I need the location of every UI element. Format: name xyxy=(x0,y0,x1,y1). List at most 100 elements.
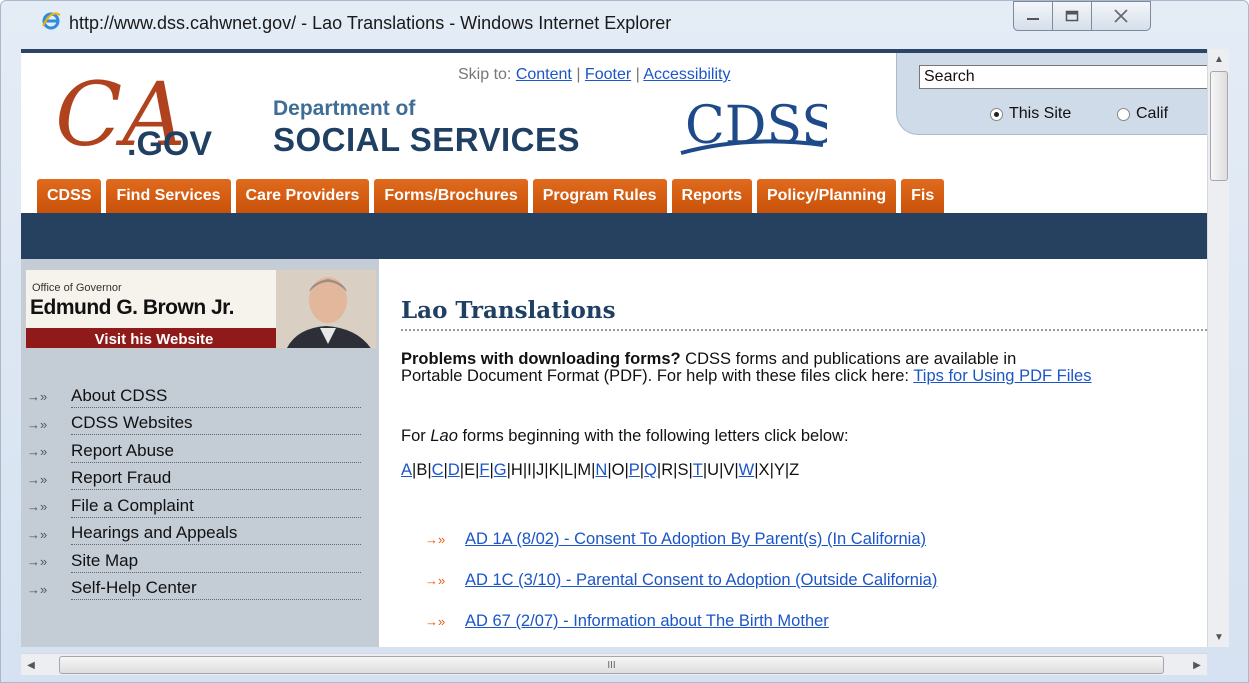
letter-g[interactable]: G xyxy=(494,461,507,479)
governor-visit-link[interactable]: Visit his Website xyxy=(26,328,282,348)
tab-find-services[interactable]: Find Services xyxy=(106,179,231,213)
subnav-bar xyxy=(21,213,1207,259)
form-link[interactable]: AD 67 (2/07) - Information about The Bir… xyxy=(465,612,829,631)
scroll-down-icon[interactable]: ▼ xyxy=(1208,627,1230,647)
double-arrow-icon: →» xyxy=(27,389,48,405)
letter-c[interactable]: C xyxy=(432,461,444,479)
pdf-tips-link[interactable]: Tips for Using PDF Files xyxy=(913,367,1091,385)
intro-suffix: forms beginning with the following lette… xyxy=(457,427,849,445)
double-arrow-icon: →» xyxy=(425,573,446,588)
double-arrow-icon: →» xyxy=(27,444,48,460)
skip-accessibility-link[interactable]: Accessibility xyxy=(643,66,730,83)
minimize-icon xyxy=(1027,18,1039,20)
ca-gov-logo[interactable]: CA .GOV xyxy=(49,63,239,163)
sidebar-item-about-cdss[interactable]: →» About CDSS xyxy=(21,383,379,411)
sidebar-item-hearings-and-appeals[interactable]: →» Hearings and Appeals xyxy=(21,521,379,549)
tab-forms-brochures[interactable]: Forms/Brochures xyxy=(374,179,528,213)
letter-p[interactable]: P xyxy=(629,461,640,479)
problems-text-1: CDSS forms and publications are availabl… xyxy=(680,350,1017,368)
skip-to-label: Skip to: xyxy=(458,66,512,83)
governor-banner[interactable]: Office of Governor Edmund G. Brown Jr. V… xyxy=(25,269,377,349)
list-item: →» AD 1A (8/02) - Consent To Adoption By … xyxy=(425,519,937,560)
sidebar-item-cdss-websites[interactable]: →» CDSS Websites xyxy=(21,411,379,439)
close-button[interactable] xyxy=(1091,1,1151,31)
left-nav: →» About CDSS →» CDSS Websites →» Report Abus… xyxy=(21,383,379,603)
form-link[interactable]: AD 1A (8/02) - Consent To Adoption By Pa… xyxy=(465,530,926,549)
search-panel: This Site Calif xyxy=(896,53,1207,135)
letter-q[interactable]: Q xyxy=(644,461,657,479)
letter-a[interactable]: A xyxy=(401,461,412,479)
vertical-scrollbar[interactable]: ▲ ▼ xyxy=(1207,49,1229,647)
skip-footer-link[interactable]: Footer xyxy=(585,66,631,83)
letter-d[interactable]: D xyxy=(448,461,460,479)
scroll-right-icon[interactable]: ▶ xyxy=(1187,654,1207,676)
minimize-button[interactable] xyxy=(1013,1,1053,31)
sidebar-item-label: About CDSS xyxy=(71,386,361,408)
letter-x: X xyxy=(758,461,770,479)
list-item: →» AD 67 (2/07) - Information about The B… xyxy=(425,601,937,642)
tab-care-providers[interactable]: Care Providers xyxy=(235,179,370,213)
letter-v: V xyxy=(723,461,735,479)
problems-heading: Problems with downloading forms? xyxy=(401,350,681,368)
tab-reports[interactable]: Reports xyxy=(671,179,752,213)
sidebar-item-label: CDSS Websites xyxy=(71,413,361,436)
page-title: Lao Translations xyxy=(401,297,616,324)
sidebar-item-label: File a Complaint xyxy=(71,496,361,518)
governor-office: Office of Governor xyxy=(32,282,122,294)
scroll-grip: III xyxy=(607,659,616,671)
title-divider xyxy=(401,329,1207,331)
intro-prefix: For xyxy=(401,427,431,445)
letter-w[interactable]: W xyxy=(739,461,755,479)
letter-o: O xyxy=(611,461,625,479)
sidebar-item-label: Self-Help Center xyxy=(71,578,361,601)
radio-this-site[interactable]: This Site xyxy=(990,105,1071,123)
list-item: →» AD 1C (3/10) - Parental Consent to Ado… xyxy=(425,560,937,601)
double-arrow-icon: →» xyxy=(27,554,48,570)
forms-list: →» AD 1A (8/02) - Consent To Adoption By … xyxy=(425,519,937,642)
maximize-button[interactable] xyxy=(1052,1,1092,31)
sidebar-item-site-map[interactable]: →» Site Map xyxy=(21,548,379,576)
governor-name: Edmund G. Brown Jr. xyxy=(30,296,235,319)
skip-content-link[interactable]: Content xyxy=(516,66,572,83)
radio-california[interactable]: Calif xyxy=(1117,105,1168,123)
sidebar-item-report-fraud[interactable]: →» Report Fraud xyxy=(21,466,379,494)
tab-fis[interactable]: Fis xyxy=(901,179,945,213)
letter-n[interactable]: N xyxy=(595,461,607,479)
radio-selected-icon xyxy=(990,107,1003,121)
letter-b: B xyxy=(416,461,428,479)
ca-logo-gov: .GOV xyxy=(127,125,212,163)
radio-california-label: Calif xyxy=(1136,105,1169,122)
sidebar-item-self-help-center[interactable]: →» Self-Help Center xyxy=(21,576,379,604)
horizontal-scroll-thumb[interactable]: III xyxy=(59,656,1164,674)
radio-this-site-label: This Site xyxy=(1009,105,1072,122)
sidebar-item-report-abuse[interactable]: →» Report Abuse xyxy=(21,438,379,466)
title-bar: http://www.dss.cahwnet.gov/ - Lao Transl… xyxy=(1,1,1249,47)
letter-e: E xyxy=(464,461,476,479)
tab-cdss[interactable]: CDSS xyxy=(37,179,102,213)
separator: | xyxy=(635,66,640,83)
cdss-logo[interactable]: CDSS xyxy=(677,91,827,161)
letter-t[interactable]: T xyxy=(693,461,703,479)
letter-index: A|B|C|D|E|F|G|H|I|J|K|L|M|N|O|P|Q|R|S|T|… xyxy=(401,461,799,480)
left-sidebar: Office of Governor Edmund G. Brown Jr. V… xyxy=(21,259,379,647)
double-arrow-icon: →» xyxy=(27,526,48,542)
vertical-scroll-thumb[interactable] xyxy=(1210,71,1228,181)
sidebar-item-label: Hearings and Appeals xyxy=(71,523,361,546)
letter-u: U xyxy=(707,461,720,479)
sidebar-item-file-a-complaint[interactable]: →» File a Complaint xyxy=(21,493,379,521)
letter-h: H xyxy=(510,461,523,479)
letter-y: Y xyxy=(773,461,785,479)
sidebar-item-label: Report Abuse xyxy=(71,441,361,463)
tab-program-rules[interactable]: Program Rules xyxy=(532,179,667,213)
horizontal-scrollbar[interactable]: ◀ III ▶ xyxy=(21,653,1207,675)
form-link[interactable]: AD 1C (3/10) - Parental Consent to Adopt… xyxy=(465,571,937,590)
letter-f[interactable]: F xyxy=(479,461,489,479)
double-arrow-icon: →» xyxy=(425,614,446,629)
separator: | xyxy=(576,66,581,83)
letter-s: S xyxy=(677,461,689,479)
window-title: http://www.dss.cahwnet.gov/ - Lao Transl… xyxy=(69,13,672,33)
scroll-left-icon[interactable]: ◀ xyxy=(21,654,41,676)
scroll-up-icon[interactable]: ▲ xyxy=(1208,49,1230,69)
tab-policy-planning[interactable]: Policy/Planning xyxy=(756,179,897,213)
search-input[interactable] xyxy=(919,65,1207,89)
